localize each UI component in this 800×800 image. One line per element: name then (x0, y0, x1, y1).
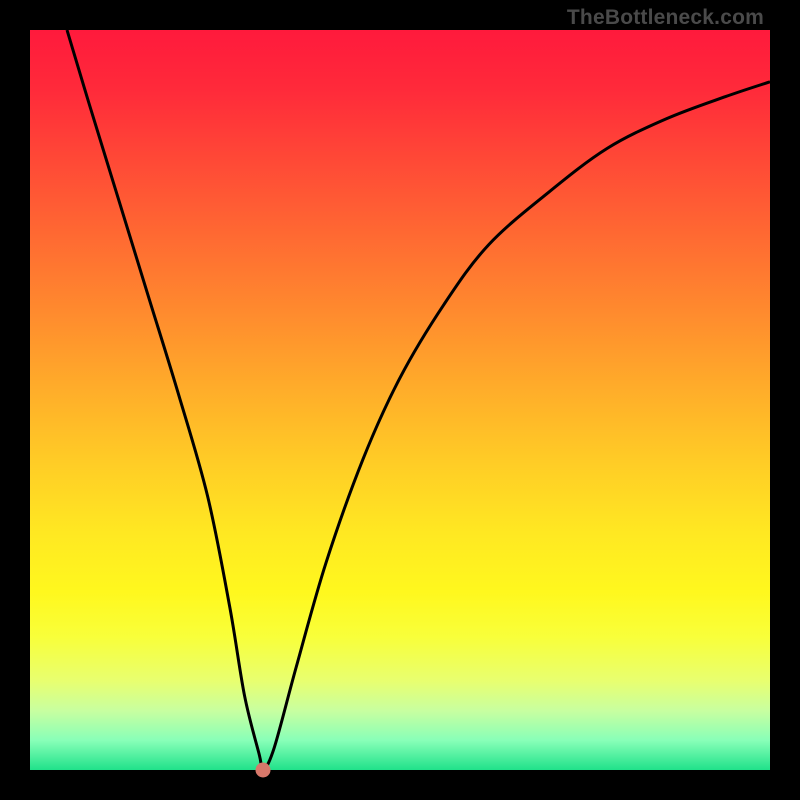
chart-svg (30, 30, 770, 770)
bottleneck-curve-path (67, 30, 770, 770)
chart-frame: TheBottleneck.com (0, 0, 800, 800)
watermark-text: TheBottleneck.com (567, 6, 764, 30)
minimum-marker-dot (256, 763, 271, 778)
